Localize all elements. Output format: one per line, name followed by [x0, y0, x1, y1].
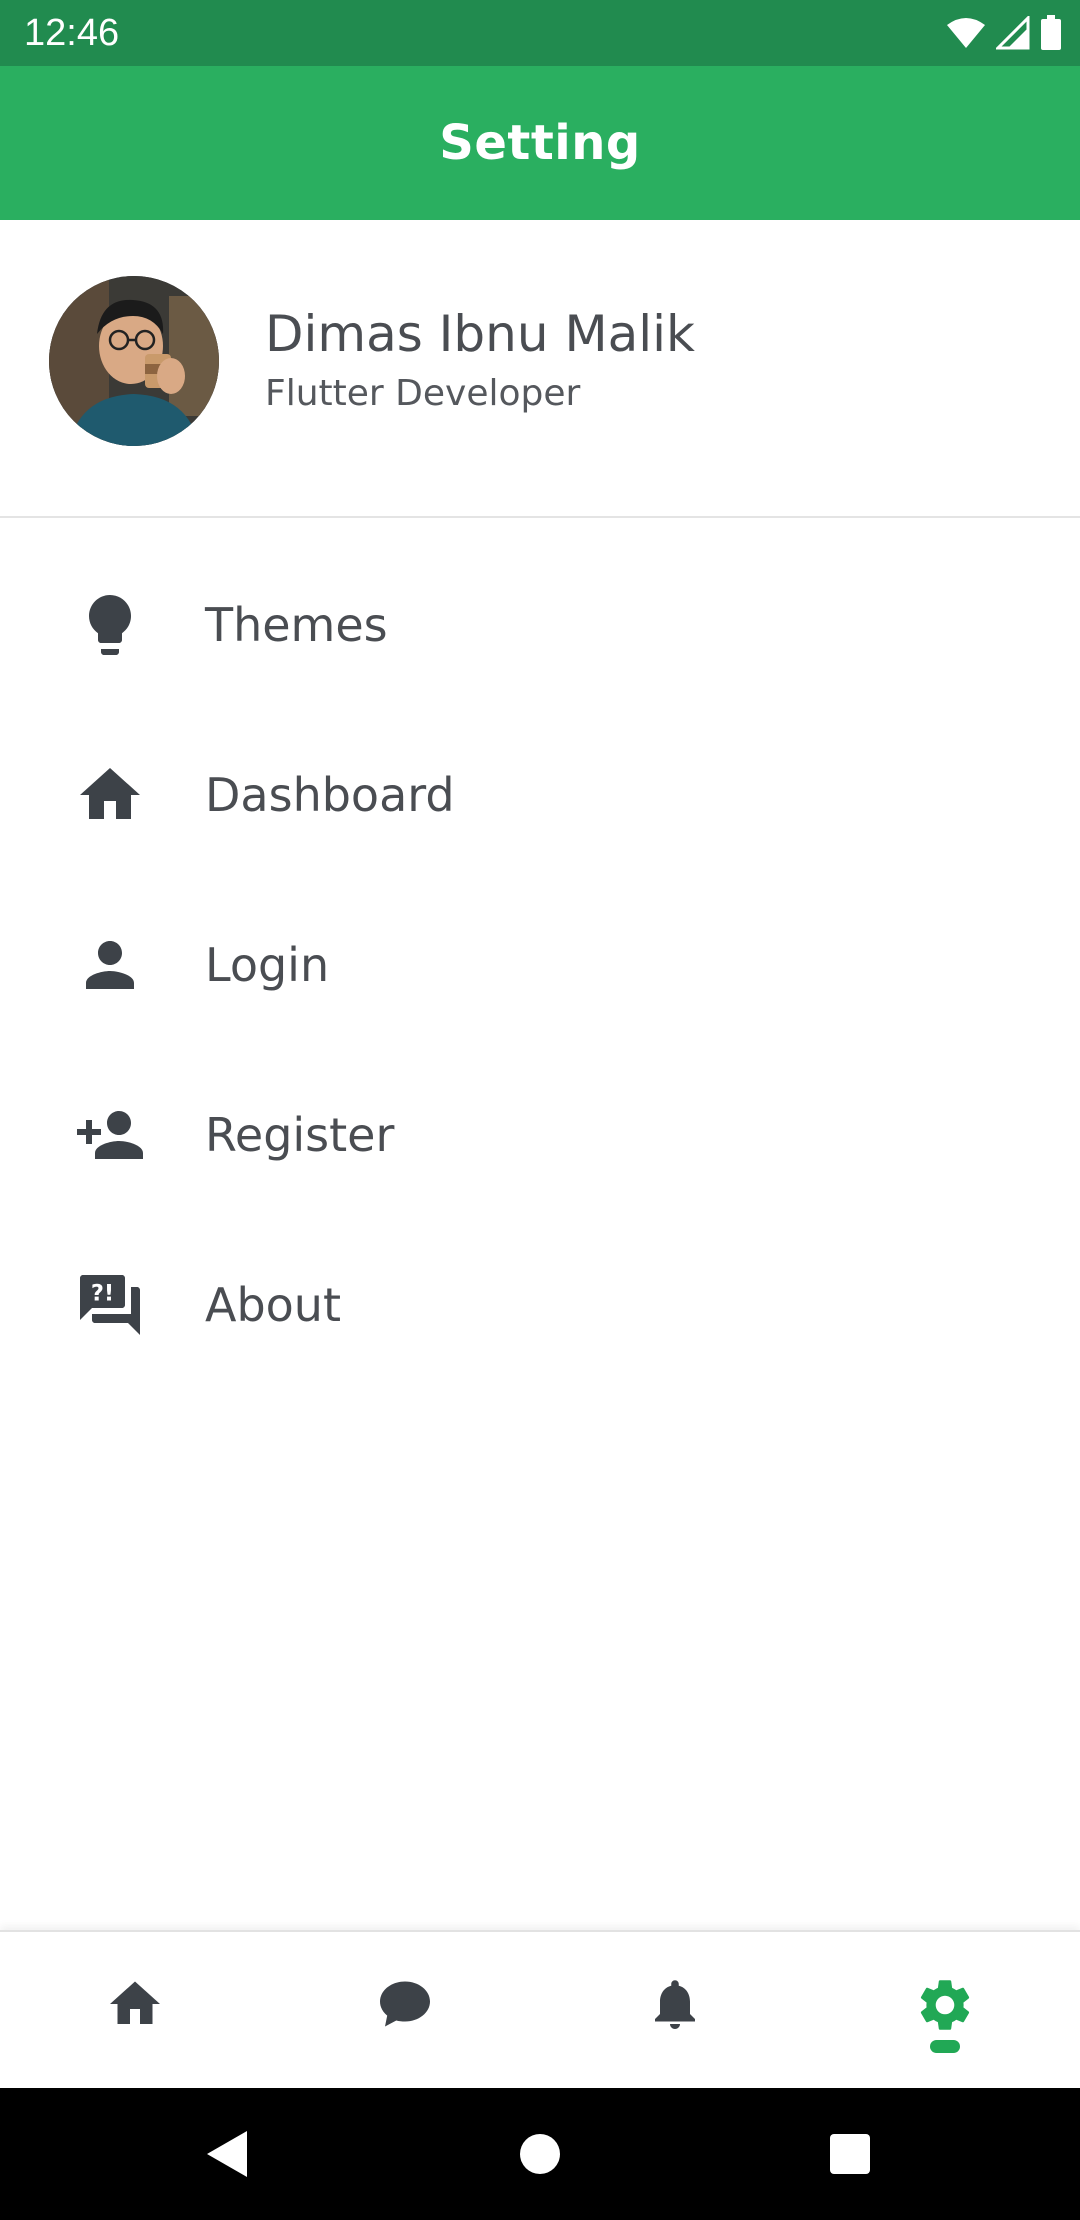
menu-item-register[interactable]: Register	[0, 1050, 1080, 1220]
svg-text:?!: ?!	[91, 1281, 114, 1307]
system-home-button[interactable]	[480, 2088, 600, 2220]
lightbulb-icon	[74, 589, 146, 661]
avatar	[49, 276, 219, 446]
profile-role: Flutter Developer	[265, 373, 581, 414]
profile-header: Dimas Ibnu Malik Flutter Developer	[0, 220, 1080, 518]
app-bar: Setting	[0, 66, 1080, 220]
menu-label-register: Register	[205, 1108, 395, 1162]
menu-item-themes[interactable]: Themes	[0, 540, 1080, 710]
system-navigation-bar	[0, 2088, 1080, 2220]
status-time: 12:46	[24, 12, 120, 54]
system-back-button[interactable]	[167, 2088, 287, 2220]
cellular-signal-icon	[996, 16, 1030, 50]
wifi-icon	[946, 17, 986, 49]
menu-item-dashboard[interactable]: Dashboard	[0, 710, 1080, 880]
person-icon	[74, 929, 146, 1001]
active-tab-indicator	[930, 2040, 960, 2053]
nav-notifications[interactable]	[540, 1932, 810, 2088]
page-title: Setting	[439, 115, 641, 171]
status-bar: 12:46	[0, 0, 1080, 66]
settings-screen: 12:46 Setting Dimas Ibnu Malik Flutter D…	[0, 0, 1080, 2220]
bottom-navigation	[0, 1930, 1080, 2088]
forum-question-icon: ?!	[74, 1269, 146, 1341]
settings-menu: Themes Dashboard Login Register ?! About	[0, 540, 1080, 1390]
nav-chat[interactable]	[270, 1932, 540, 2088]
menu-label-about: About	[205, 1278, 342, 1332]
home-icon	[74, 759, 146, 831]
menu-label-themes: Themes	[205, 598, 388, 652]
menu-label-login: Login	[205, 938, 330, 992]
menu-item-login[interactable]: Login	[0, 880, 1080, 1050]
person-add-icon	[74, 1099, 146, 1171]
battery-icon	[1040, 15, 1062, 51]
menu-label-dashboard: Dashboard	[205, 768, 455, 822]
system-recents-button[interactable]	[790, 2088, 910, 2220]
menu-item-about[interactable]: ?! About	[0, 1220, 1080, 1390]
nav-settings[interactable]	[810, 1932, 1080, 2088]
status-icons	[946, 14, 1062, 52]
nav-home[interactable]	[0, 1932, 270, 2088]
profile-name: Dimas Ibnu Malik	[265, 305, 695, 363]
